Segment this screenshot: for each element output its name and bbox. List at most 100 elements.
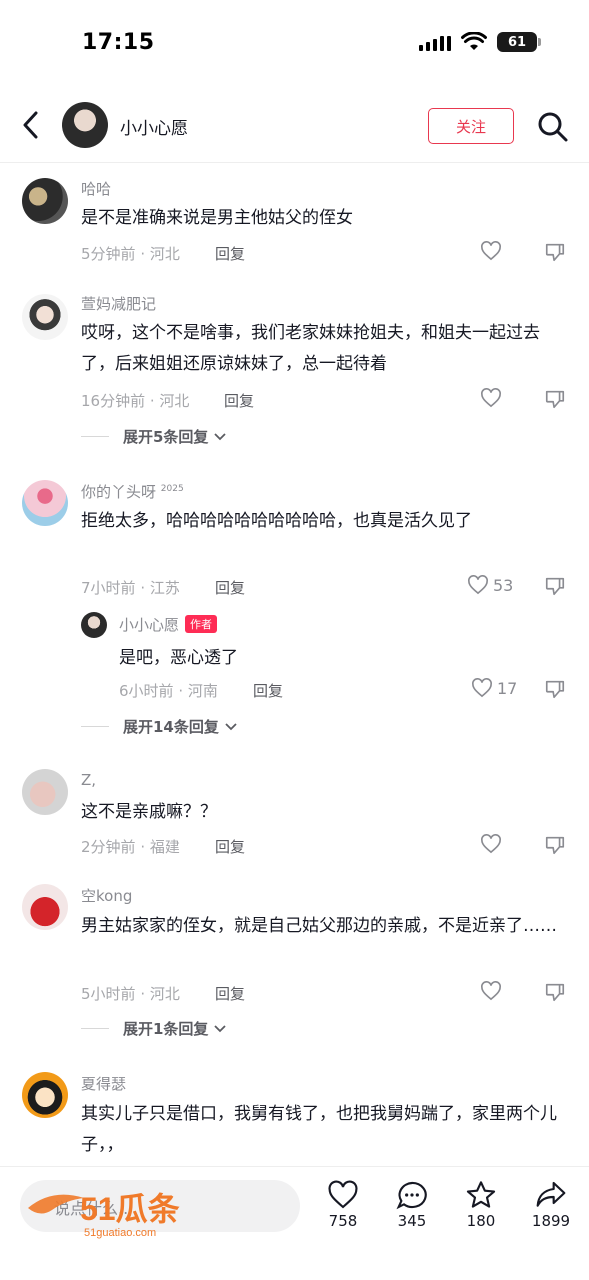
- expand-replies-button[interactable]: 展开5条回复: [81, 426, 227, 447]
- like-post-button[interactable]: 758: [313, 1180, 373, 1230]
- dislike-button[interactable]: [544, 575, 566, 601]
- like-count: 17: [497, 678, 518, 698]
- commenter-name[interactable]: 哈哈: [81, 178, 111, 199]
- commenter-name[interactable]: 夏得瑟: [81, 1073, 126, 1094]
- signal-icon: [419, 33, 451, 51]
- comment-text[interactable]: 拒绝太多，哈哈哈哈哈哈哈哈哈哈，也真是活久见了: [81, 506, 561, 537]
- dislike-button[interactable]: [544, 241, 566, 267]
- like-post-count: 758: [328, 1212, 358, 1230]
- reply-button[interactable]: 回复: [215, 983, 245, 1004]
- share-button[interactable]: 1899: [521, 1180, 581, 1230]
- commenter-name[interactable]: 空kong: [81, 885, 132, 906]
- comment-text[interactable]: 其实儿子只是借口，我舅有钱了，也把我舅妈踹了，家里两个儿子，，: [81, 1099, 561, 1161]
- follow-button[interactable]: 关注: [428, 108, 514, 144]
- search-button[interactable]: [536, 110, 570, 144]
- reply-meta: 6小时前 · 河南: [119, 682, 218, 700]
- commenter-name[interactable]: 你的丫头呀 2025: [81, 481, 184, 502]
- comment-time: 7小时前: [81, 579, 136, 597]
- status-bar: 17:15 61: [0, 0, 589, 84]
- like-button[interactable]: [480, 834, 502, 854]
- chevron-left-icon: [23, 111, 38, 139]
- commenter-avatar[interactable]: [22, 480, 68, 526]
- comment-time: 2分钟前: [81, 838, 136, 856]
- comment-meta: 16分钟前 · 河北: [81, 392, 190, 410]
- author-avatar[interactable]: [62, 102, 108, 148]
- comment-text[interactable]: 哎呀，这个不是啥事，我们老家妹妹抢姐夫，和姐夫一起过去了，后来姐姐还原谅妹妹了，…: [81, 318, 561, 380]
- thumbs-down-icon: [545, 390, 565, 409]
- expand-divider: [81, 436, 109, 437]
- comment-meta: 5小时前 · 河北: [81, 985, 180, 1003]
- favorite-count: 180: [466, 1212, 496, 1230]
- favorite-button[interactable]: 180: [451, 1180, 511, 1230]
- dislike-button[interactable]: [544, 981, 566, 1007]
- thumbs-down-icon: [545, 577, 565, 596]
- commenter-name[interactable]: Z,: [81, 771, 96, 789]
- heart-icon: [472, 678, 492, 698]
- replier-avatar[interactable]: [81, 612, 107, 638]
- commenter-avatar[interactable]: [22, 1072, 68, 1118]
- share-icon: [536, 1181, 566, 1207]
- search-icon: [538, 112, 568, 142]
- commenter-avatar[interactable]: [22, 769, 68, 815]
- expand-replies-button[interactable]: 展开14条回复: [81, 716, 237, 737]
- dislike-button[interactable]: [544, 388, 566, 414]
- comment-time: 5分钟前: [81, 245, 136, 263]
- commenter-avatar[interactable]: [22, 294, 68, 340]
- comment-location: 河北: [149, 985, 180, 1003]
- reply-button[interactable]: 回复: [215, 243, 245, 264]
- header: 小小心愿 关注: [0, 96, 589, 158]
- commenter-avatar[interactable]: [22, 884, 68, 930]
- reply-button[interactable]: 回复: [215, 836, 245, 857]
- comment-meta: 7小时前 · 江苏: [81, 579, 180, 597]
- like-count: 53: [493, 575, 514, 595]
- heart-icon: [328, 1180, 358, 1209]
- comment-meta: 2分钟前 · 福建: [81, 838, 180, 856]
- reply-button[interactable]: 回复: [215, 577, 245, 598]
- commenter-name[interactable]: 萱妈减肥记: [81, 293, 156, 314]
- heart-icon: [481, 981, 501, 1001]
- comment-count: 345: [397, 1212, 427, 1230]
- thumbs-down-icon: [545, 983, 565, 1002]
- comment-location: 福建: [149, 838, 180, 856]
- heart-icon: [481, 388, 501, 408]
- comment-time: 5小时前: [81, 985, 136, 1003]
- like-button[interactable]: 53: [467, 575, 513, 595]
- comment-icon: [396, 1181, 427, 1210]
- back-button[interactable]: [14, 108, 48, 142]
- status-time: 17:15: [82, 30, 155, 55]
- expand-divider: [81, 726, 109, 727]
- dislike-button[interactable]: [544, 834, 566, 860]
- comment-meta: 5分钟前 · 河北: [81, 245, 180, 263]
- reply-button[interactable]: 回复: [224, 390, 254, 411]
- commenter-name-text: 你的丫头呀: [81, 483, 157, 501]
- heart-icon: [481, 241, 501, 261]
- dislike-button[interactable]: [544, 678, 566, 704]
- comment-text[interactable]: 是不是准确来说是男主他姑父的侄女: [81, 203, 561, 234]
- comment-text[interactable]: 这不是亲戚嘛？？: [81, 797, 561, 828]
- like-button[interactable]: [480, 241, 502, 261]
- expand-replies-button[interactable]: 展开1条回复: [81, 1018, 227, 1039]
- expand-replies-label: 展开14条回复: [123, 718, 219, 736]
- battery-level: 61: [507, 34, 527, 50]
- author-name[interactable]: 小小心愿: [120, 114, 188, 139]
- comment-time: 16分钟前: [81, 392, 146, 410]
- thumbs-down-icon: [545, 836, 565, 855]
- comment-button[interactable]: 345: [382, 1180, 442, 1230]
- reply-button[interactable]: 回复: [253, 680, 283, 701]
- chevron-down-icon: [214, 1024, 227, 1032]
- header-divider: [0, 162, 589, 163]
- wifi-icon: [461, 32, 487, 50]
- thumbs-down-icon: [545, 243, 565, 262]
- replier-name-text: 小小心愿: [119, 616, 180, 634]
- replier-name[interactable]: 小小心愿 作者: [119, 614, 218, 635]
- commenter-name-suffix: 2025: [160, 484, 184, 494]
- commenter-avatar[interactable]: [22, 178, 68, 224]
- like-button[interactable]: [480, 388, 502, 408]
- battery-icon: 61: [497, 32, 541, 52]
- comment-text[interactable]: 男主姑家家的侄女，就是自己姑父那边的亲戚，不是近亲了……: [81, 911, 561, 942]
- like-button[interactable]: [480, 981, 502, 1001]
- reply-time: 6小时前: [119, 682, 174, 700]
- like-button[interactable]: 17: [471, 678, 517, 698]
- expand-replies-label: 展开5条回复: [123, 428, 209, 446]
- reply-text[interactable]: 是吧，恶心透了: [119, 643, 559, 674]
